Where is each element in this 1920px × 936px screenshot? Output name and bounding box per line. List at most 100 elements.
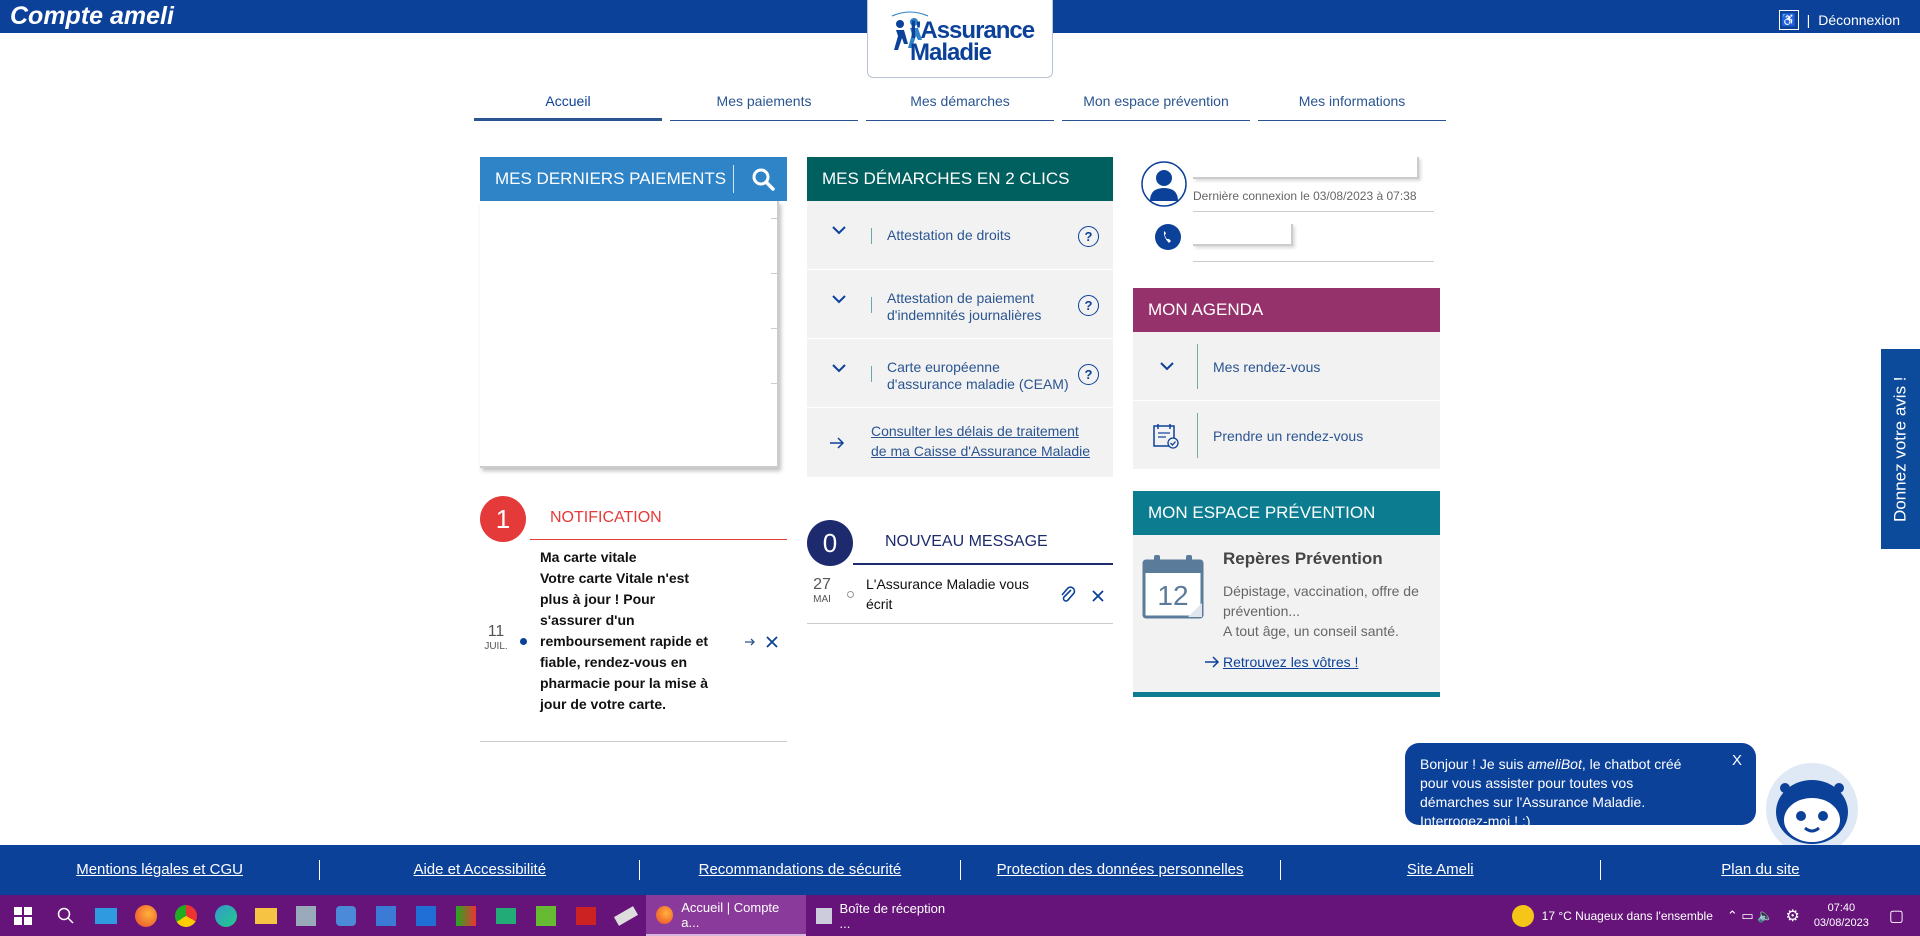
prevention-body: 12 Repères Prévention Dépistage, vaccina… [1133, 535, 1440, 697]
messages-underline [853, 563, 1113, 565]
divider [771, 273, 779, 274]
chatbot-close-button[interactable]: X [1732, 751, 1742, 770]
search-icon[interactable] [46, 895, 86, 936]
clock[interactable]: 07:40 03/08/2023 [1814, 901, 1869, 931]
delais-link-item[interactable]: Consulter les délais de traitement de ma… [807, 408, 1113, 478]
agenda-item-rendez-vous[interactable]: Mes rendez-vous [1133, 332, 1440, 401]
help-icon[interactable]: ? [1078, 226, 1099, 247]
logout-area[interactable]: ♿ | Déconnexion [1778, 10, 1900, 30]
notification-count-badge: 1 [480, 496, 526, 542]
prevention-panel: MON ESPACE PRÉVENTION 12 Repères Prévent… [1133, 491, 1440, 697]
windows-start-icon[interactable] [0, 895, 46, 936]
message-date: 27 MAI [813, 576, 831, 605]
chevron-down-icon [832, 364, 846, 373]
accessibility-icon[interactable]: ♿ [1778, 10, 1799, 30]
brand-title[interactable]: Compte ameli [10, 2, 174, 31]
notification-date: 11 JUIL. [484, 623, 508, 652]
phone-field [1193, 224, 1293, 246]
divider [871, 366, 872, 382]
edge-icon[interactable] [206, 895, 246, 936]
chatbot-avatar-icon[interactable] [1765, 762, 1859, 856]
tab-espace-prevention[interactable]: Mon espace prévention [1062, 93, 1250, 121]
footer-link-site-ameli[interactable]: Site Ameli [1281, 860, 1601, 880]
divider [871, 297, 872, 313]
mail-app-icon [816, 907, 832, 924]
divider [1193, 211, 1434, 212]
divider [871, 228, 872, 244]
tab-mes-demarches[interactable]: Mes démarches [866, 93, 1054, 121]
unread-dot-icon [520, 638, 527, 645]
chevron-down-icon [1160, 362, 1174, 371]
help-icon[interactable]: ? [1078, 295, 1099, 316]
close-icon[interactable] [1091, 589, 1105, 603]
prevention-link[interactable]: Retrouvez les vôtres ! [1223, 654, 1358, 670]
notification-body: Votre carte Vitale n'est plus à jour ! P… [540, 570, 709, 712]
agenda-label: Prendre un rendez-vous [1213, 428, 1364, 444]
divider [771, 328, 779, 329]
last-login: Dernière connexion le 03/08/2023 à 07:38 [1193, 189, 1417, 203]
divider [1193, 261, 1434, 262]
arrow-right-icon [830, 437, 845, 449]
notification-center-icon[interactable]: ▢ [1889, 906, 1904, 926]
app-icon[interactable] [526, 895, 566, 936]
logout-link[interactable]: Déconnexion [1818, 12, 1900, 28]
app-icon[interactable] [606, 895, 646, 936]
assurance-maladie-logo[interactable]: l'Assurance Maladie [867, 0, 1053, 78]
demarche-item[interactable]: Attestation de paiement d'indemnités jou… [807, 270, 1113, 339]
chevron-down-icon [832, 295, 846, 304]
footer-link-protection[interactable]: Protection des données personnelles [961, 860, 1281, 880]
footer-link-mentions[interactable]: Mentions légales et CGU [0, 860, 321, 880]
taskbar-app-firefox[interactable]: Accueil | Compte a... [646, 895, 806, 936]
app-icon[interactable] [286, 895, 326, 936]
demarche-item[interactable]: Carte européenne d'assurance maladie (CE… [807, 339, 1113, 408]
file-explorer-icon[interactable] [246, 895, 286, 936]
help-icon[interactable]: ? [1078, 364, 1099, 385]
message-text[interactable]: L'Assurance Maladie vous écrit [866, 574, 1056, 614]
arrow-right-icon[interactable] [744, 637, 756, 647]
demarche-item[interactable]: Attestation de droits ? [807, 201, 1113, 270]
demarches-header: MES DÉMARCHES EN 2 CLICS [807, 157, 1113, 201]
divider [807, 623, 1113, 624]
demarche-label: Attestation de droits [887, 227, 1011, 243]
store-icon[interactable] [366, 895, 406, 936]
chevron-down-icon [832, 226, 846, 235]
notification-content[interactable]: Ma carte vitale Votre carte Vitale n'est… [540, 547, 712, 715]
user-avatar-icon [1141, 161, 1187, 207]
divider [1197, 413, 1198, 458]
notification-heading: Ma carte vitale [540, 549, 637, 565]
divider [1197, 344, 1198, 389]
footer-link-securite[interactable]: Recommandations de sécurité [640, 860, 961, 880]
search-icon[interactable] [750, 166, 776, 192]
feedback-tab[interactable]: Donnez votre avis ! [1881, 349, 1920, 549]
settings-gear-icon[interactable]: ⚙ [1785, 906, 1799, 926]
app-icon[interactable] [406, 895, 446, 936]
demarches-panel: MES DÉMARCHES EN 2 CLICS Attestation de … [807, 157, 1113, 478]
calendar-check-icon [1153, 424, 1179, 449]
taskbar-app-mail[interactable]: Boîte de réception ... [806, 895, 966, 936]
app-icon[interactable] [446, 895, 486, 936]
app-icon[interactable] [486, 895, 526, 936]
tab-accueil[interactable]: Accueil [474, 93, 662, 121]
task-view-icon[interactable] [86, 895, 126, 936]
message-count-badge: 0 [807, 520, 853, 566]
tray-icons[interactable]: ⌃ ▭ 🔈 [1727, 908, 1774, 924]
payments-panel: MES DERNIERS PAIEMENTS [480, 157, 787, 468]
delais-link[interactable]: Consulter les délais de traitement de ma… [871, 421, 1091, 461]
agenda-item-prendre-rdv[interactable]: Prendre un rendez-vous [1133, 401, 1440, 470]
weather-icon [1511, 904, 1534, 927]
close-icon[interactable] [765, 635, 779, 649]
chatbot-bubble[interactable]: Bonjour ! Je suis ameliBot, le chatbot c… [1405, 743, 1756, 829]
demarche-label: Attestation de paiement d'indemnités jou… [887, 290, 1042, 323]
app-icon[interactable] [566, 895, 606, 936]
tab-mes-informations[interactable]: Mes informations [1258, 93, 1446, 121]
divider [771, 383, 779, 384]
footer-link-aide[interactable]: Aide et Accessibilité [320, 860, 641, 880]
footer-link-plan[interactable]: Plan du site [1601, 860, 1920, 880]
payments-list [480, 201, 779, 468]
weather-widget[interactable]: 17 °C Nuageux dans l'ensemble [1511, 904, 1713, 927]
firefox-icon[interactable] [126, 895, 166, 936]
chrome-icon[interactable] [166, 895, 206, 936]
demarche-label: Carte européenne d'assurance maladie (CE… [887, 359, 1069, 392]
app-icon[interactable] [326, 895, 366, 936]
tab-mes-paiements[interactable]: Mes paiements [670, 93, 858, 121]
